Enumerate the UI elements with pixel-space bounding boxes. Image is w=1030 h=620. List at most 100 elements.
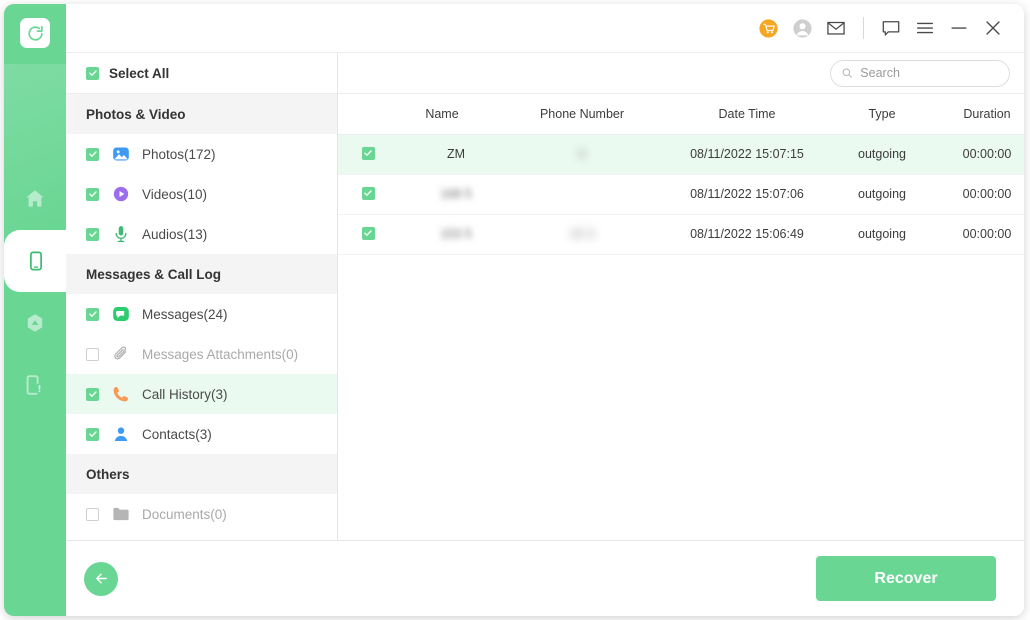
- sidebar-item-checkbox[interactable]: [86, 148, 99, 161]
- table-scroll-area[interactable]: Name Phone Number Date Time Type Duratio…: [338, 94, 1024, 540]
- table-row[interactable]: ZM608/11/2022 15:07:15outgoing00:00:00: [338, 134, 1024, 174]
- select-all-label: Select All: [109, 66, 169, 81]
- sidebar-item-checkbox[interactable]: [86, 348, 99, 361]
- sidebar-item-label: Messages Attachments(0): [142, 347, 298, 362]
- left-nav-rail: [4, 4, 66, 616]
- check-icon: [88, 68, 98, 78]
- row-checkbox[interactable]: [362, 227, 375, 240]
- check-icon: [88, 229, 98, 239]
- cell-name-text: ZM: [447, 147, 465, 161]
- cell-phone-text: 15 3: [570, 227, 594, 241]
- sidebar-item-label: Call History(3): [142, 387, 228, 402]
- sidebar-item-checkbox[interactable]: [86, 228, 99, 241]
- close-button[interactable]: [976, 11, 1010, 45]
- table-body: ZM608/11/2022 15:07:15outgoing00:00:0016…: [338, 134, 1024, 254]
- cell-phone: 6: [502, 134, 662, 174]
- sidebar-group-list: Photos & VideoPhotos(172)Videos(10) Audio…: [66, 94, 337, 534]
- search-icon: [841, 66, 853, 80]
- menu-button[interactable]: [908, 11, 942, 45]
- table-row[interactable]: 153 515 308/11/2022 15:06:49outgoing00:0…: [338, 214, 1024, 254]
- account-icon: [792, 18, 813, 39]
- sidebar-item-checkbox[interactable]: [86, 428, 99, 441]
- sidebar-item-documents-0: Documents(0): [66, 494, 337, 534]
- check-icon: [88, 309, 98, 319]
- mail-icon: [825, 17, 847, 39]
- sidebar-group-header: Others: [66, 454, 337, 494]
- window-body: Select All Photos & VideoPhotos(172)Vide…: [66, 4, 1024, 616]
- close-icon: [982, 17, 1004, 39]
- sidebar-item-messages-attachments-0: Messages Attachments(0): [66, 334, 337, 374]
- search-box[interactable]: [830, 60, 1010, 87]
- row-checkbox-cell[interactable]: [338, 134, 382, 174]
- rail-item-ios-device[interactable]: [6, 230, 66, 292]
- audios-icon: [111, 224, 131, 244]
- header-type: Type: [832, 94, 932, 134]
- sidebar-group-header: Photos & Video: [66, 94, 337, 134]
- check-icon: [363, 148, 373, 158]
- rail-item-list: [4, 168, 66, 416]
- cell-type: outgoing: [832, 174, 932, 214]
- mail-button[interactable]: [819, 11, 853, 45]
- sidebar-item-contacts-3[interactable]: Contacts(3): [66, 414, 337, 454]
- header-name: Name: [382, 94, 502, 134]
- sidebar-item-photos-172[interactable]: Photos(172): [66, 134, 337, 174]
- check-icon: [88, 389, 98, 399]
- cell-name: 153 5: [382, 214, 502, 254]
- photos-icon: [111, 144, 131, 164]
- cell-type: outgoing: [832, 214, 932, 254]
- table-row[interactable]: 168 5 08/11/2022 15:07:06outgoing00:00:00: [338, 174, 1024, 214]
- title-bar: [66, 4, 1024, 52]
- sidebar-item-label: Contacts(3): [142, 427, 212, 442]
- sidebar-item-checkbox[interactable]: [86, 308, 99, 321]
- rail-item-fix-system[interactable]: [4, 354, 66, 416]
- cell-name-text: 168 5: [440, 187, 471, 201]
- attachment-icon: [111, 344, 131, 364]
- sidebar-group-header: Messages & Call Log: [66, 254, 337, 294]
- account-button[interactable]: [785, 11, 819, 45]
- minimize-icon: [948, 17, 970, 39]
- home-icon: [23, 187, 47, 211]
- sidebar-item-label: Messages(24): [142, 307, 228, 322]
- select-all-checkbox[interactable]: [86, 67, 99, 80]
- sidebar-item-label: Documents(0): [142, 507, 227, 522]
- recover-button[interactable]: Recover: [816, 556, 996, 601]
- sidebar-item-checkbox[interactable]: [86, 388, 99, 401]
- sidebar-item-checkbox[interactable]: [86, 508, 99, 521]
- cell-duration: 00:00:00: [932, 174, 1024, 214]
- toolbar-divider: [863, 17, 864, 39]
- sidebar-item-checkbox[interactable]: [86, 188, 99, 201]
- sidebar-item-videos-10[interactable]: Videos(10): [66, 174, 337, 214]
- phone-device-icon: [25, 250, 47, 272]
- rail-item-icloud[interactable]: [4, 292, 66, 354]
- call-icon: [111, 384, 131, 404]
- recovery-logo-icon: [26, 24, 45, 43]
- row-checkbox[interactable]: [362, 147, 375, 160]
- sidebar-item-label: Audios(13): [142, 227, 207, 242]
- feedback-button[interactable]: [874, 11, 908, 45]
- sidebar-item-call-history-3[interactable]: Call History(3): [66, 374, 337, 414]
- cell-phone-text: 6: [579, 147, 586, 161]
- footer-bar: Recover: [66, 540, 1024, 616]
- category-sidebar: Select All Photos & VideoPhotos(172)Vide…: [66, 53, 338, 540]
- row-checkbox-cell[interactable]: [338, 214, 382, 254]
- search-input[interactable]: [860, 66, 999, 80]
- row-checkbox[interactable]: [362, 187, 375, 200]
- application-window: Select All Photos & VideoPhotos(172)Vide…: [4, 4, 1024, 616]
- check-icon: [88, 189, 98, 199]
- check-icon: [363, 228, 373, 238]
- row-checkbox-cell[interactable]: [338, 174, 382, 214]
- cell-datetime: 08/11/2022 15:07:06: [662, 174, 832, 214]
- sidebar-item-messages-24[interactable]: Messages(24): [66, 294, 337, 334]
- table-header-row: Name Phone Number Date Time Type Duratio…: [338, 94, 1024, 134]
- cart-button[interactable]: [751, 11, 785, 45]
- select-all-row[interactable]: Select All: [66, 53, 337, 94]
- check-icon: [88, 429, 98, 439]
- cell-phone: 15 3: [502, 214, 662, 254]
- check-icon: [363, 188, 373, 198]
- sidebar-item-audios-13[interactable]: Audios(13): [66, 214, 337, 254]
- videos-icon: [111, 184, 131, 204]
- rail-item-home[interactable]: [4, 168, 66, 230]
- minimize-button[interactable]: [942, 11, 976, 45]
- back-arrow-icon: [92, 569, 111, 588]
- back-button[interactable]: [84, 562, 118, 596]
